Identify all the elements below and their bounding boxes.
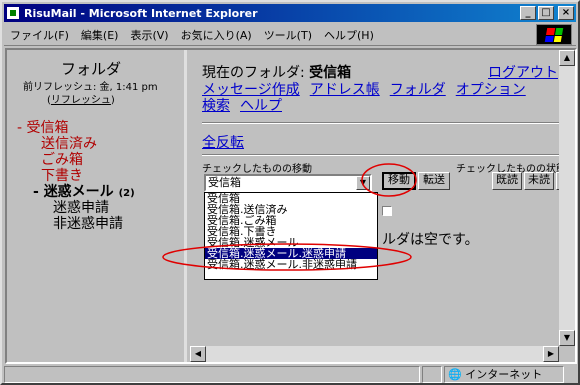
current-folder: 現在のフォルダ: 受信箱 <box>202 62 351 82</box>
current-folder-name: 受信箱 <box>309 65 352 81</box>
dropdown-option[interactable]: 受信箱.迷惑メール <box>205 237 377 248</box>
ie-app-icon <box>6 6 20 20</box>
current-folder-label: 現在のフォルダ: <box>202 65 305 81</box>
folder-drafts[interactable]: 下書き <box>41 168 83 184</box>
menu-view[interactable]: 表示(V) <box>124 27 174 43</box>
select-value: 受信箱 <box>208 176 241 189</box>
refresh-link[interactable]: リフレッシュ <box>51 95 111 106</box>
help-link[interactable]: ヘルプ <box>240 98 282 114</box>
options-link[interactable]: オプション <box>456 82 526 98</box>
scroll-left-icon[interactable]: ◀ <box>190 346 206 362</box>
scroll-up-icon[interactable]: ▲ <box>559 50 575 66</box>
compose-link[interactable]: メッセージ作成 <box>202 82 300 98</box>
chevron-down-icon[interactable]: ▼ <box>356 176 370 190</box>
folder-inbox[interactable]: - 受信箱 <box>17 120 69 136</box>
folders-link[interactable]: フォルダ <box>390 82 446 98</box>
status-text <box>4 366 420 383</box>
refresh-line: (リフレッシュ) <box>47 95 115 106</box>
windows-logo-icon <box>536 24 572 45</box>
minimize-button[interactable]: _ <box>520 6 536 20</box>
folder-spam-report[interactable]: 迷惑申請 <box>53 200 109 216</box>
menu-help[interactable]: ヘルプ(H) <box>318 27 380 43</box>
forward-button[interactable]: 転送 <box>418 172 450 190</box>
menu-bar: ファイル(F) 編集(E) 表示(V) お気に入り(A) ツール(T) ヘルプ(… <box>4 24 576 46</box>
menu-file[interactable]: ファイル(F) <box>4 27 75 43</box>
search-link[interactable]: 検索 <box>202 98 230 114</box>
select-all-link[interactable]: 全反転 <box>202 132 244 152</box>
message-checkbox[interactable] <box>382 206 392 216</box>
divider <box>202 154 574 156</box>
folder-notspam-report[interactable]: 非迷惑申請 <box>53 216 123 232</box>
empty-folder-message: ルダは空です。 <box>382 232 479 248</box>
maximize-button[interactable]: □ <box>538 6 554 20</box>
status-bar: 🌐 インターネット <box>4 366 576 383</box>
close-button[interactable]: × <box>558 6 574 20</box>
addressbook-link[interactable]: アドレス帳 <box>310 82 380 98</box>
dropdown-option[interactable]: 受信箱.ごみ箱 <box>205 215 377 226</box>
menu-favorites[interactable]: お気に入り(A) <box>175 27 258 43</box>
menu-edit[interactable]: 編集(E) <box>75 27 125 43</box>
spam-count-badge: (2) <box>118 188 135 199</box>
zone-label: インターネット <box>465 368 543 381</box>
dropdown-option[interactable]: 受信箱.迷惑メール.非迷惑申請 <box>205 259 377 270</box>
browser-window: RisuMail - Microsoft Internet Explorer _… <box>0 0 580 385</box>
folder-dropdown-list: 受信箱 受信箱.送信済み 受信箱.ごみ箱 受信箱.下書き 受信箱.迷惑メール 受… <box>204 192 378 280</box>
window-title: RisuMail - Microsoft Internet Explorer <box>24 6 258 20</box>
status-lock-icon <box>422 366 442 383</box>
folder-inbox-label: 受信箱 <box>26 120 69 136</box>
folder-title: フォルダ <box>61 60 122 78</box>
main-frame: 現在のフォルダ: 受信箱 ログアウト メッセージ作成 アドレス帳 フォルダ オプション… <box>190 50 575 362</box>
logout-link[interactable]: ログアウト <box>488 62 558 82</box>
title-bar[interactable]: RisuMail - Microsoft Internet Explorer _… <box>4 4 576 22</box>
scroll-right-icon[interactable]: ▶ <box>543 346 559 362</box>
vertical-scrollbar[interactable]: ▲ ▼ <box>559 50 575 346</box>
horizontal-scrollbar[interactable]: ◀ ▶ <box>190 346 559 362</box>
status-zone: 🌐 インターネット <box>444 366 564 383</box>
divider <box>202 122 574 124</box>
move-folder-select[interactable]: 受信箱 ▼ <box>204 174 372 192</box>
folder-frame: フォルダ 前リフレッシュ: 金, 1:41 pm (リフレッシュ) - 受信箱 … <box>7 50 187 362</box>
dropdown-option[interactable]: 受信箱.迷惑メール.迷惑申請 <box>205 248 377 259</box>
mark-unread-button[interactable]: 未読 <box>524 172 554 190</box>
dropdown-option[interactable]: 受信箱.下書き <box>205 226 377 237</box>
scroll-down-icon[interactable]: ▼ <box>559 330 575 346</box>
globe-icon: 🌐 <box>448 368 462 381</box>
folder-trash[interactable]: ごみ箱 <box>41 152 83 168</box>
menu-tools[interactable]: ツール(T) <box>258 27 318 43</box>
mark-read-button[interactable]: 既読 <box>492 172 522 190</box>
main-panel: 現在のフォルダ: 受信箱 ログアウト メッセージ作成 アドレス帳 フォルダ オプション… <box>198 58 575 338</box>
folder-spam-label: 迷惑メール <box>43 184 114 200</box>
folder-sent[interactable]: 送信済み <box>41 136 97 152</box>
move-button[interactable]: 移動 <box>382 172 416 190</box>
move-label: チェックしたものの移動 <box>202 164 312 175</box>
dropdown-option[interactable]: 受信箱.送信済み <box>205 204 377 215</box>
dropdown-option[interactable]: 受信箱 <box>205 193 377 204</box>
nav-links: メッセージ作成 アドレス帳 フォルダ オプション検索 ヘルプ <box>202 82 557 114</box>
browser-content: フォルダ 前リフレッシュ: 金, 1:41 pm (リフレッシュ) - 受信箱 … <box>5 48 577 364</box>
